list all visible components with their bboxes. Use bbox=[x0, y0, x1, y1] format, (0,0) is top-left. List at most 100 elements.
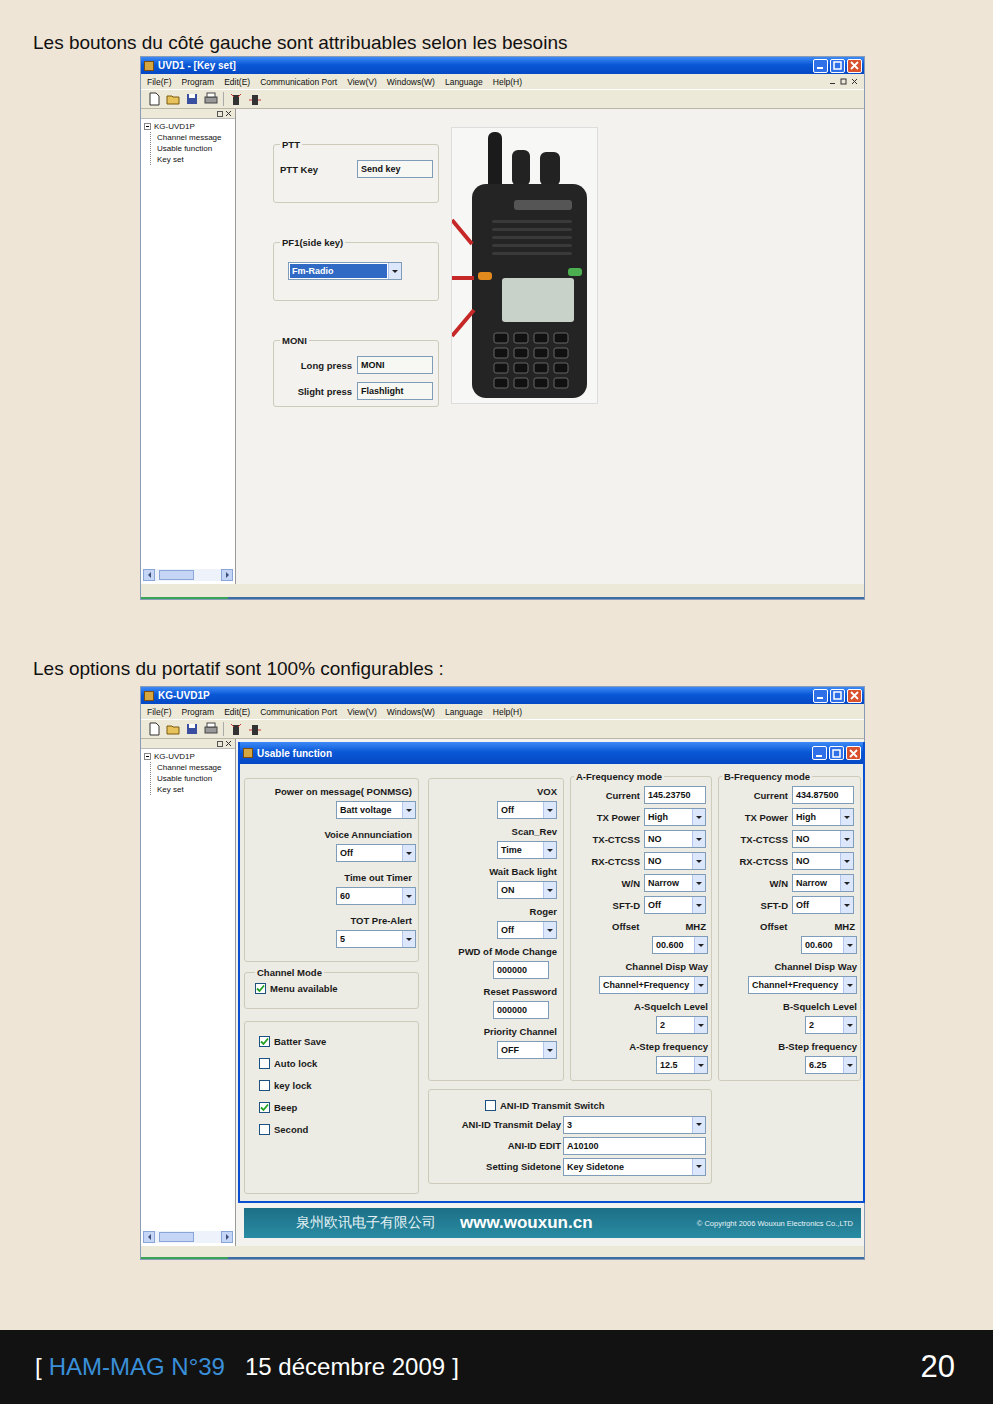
dock-icon[interactable] bbox=[217, 741, 223, 747]
read-radio-icon[interactable] bbox=[229, 92, 243, 106]
collapse-icon[interactable] bbox=[144, 753, 151, 760]
maximize-button[interactable] bbox=[830, 689, 845, 703]
menu-item[interactable]: Language bbox=[445, 707, 483, 717]
dropdown-arrow-icon[interactable] bbox=[840, 875, 853, 891]
dropdown-arrow-icon[interactable] bbox=[694, 937, 707, 953]
menu-item[interactable]: Edit(E) bbox=[224, 77, 250, 87]
maximize-button[interactable] bbox=[830, 59, 845, 73]
mdi-close-icon[interactable] bbox=[851, 78, 858, 85]
horizontal-scrollbar[interactable] bbox=[143, 1231, 233, 1243]
text-field[interactable]: A10100 bbox=[563, 1137, 706, 1155]
menu-item[interactable]: Help(H) bbox=[493, 77, 522, 87]
tree-item[interactable]: Channel message bbox=[156, 132, 232, 143]
dropdown-arrow-icon[interactable] bbox=[843, 1057, 856, 1073]
checkbox[interactable] bbox=[259, 1124, 270, 1135]
menu-item[interactable]: Windows(W) bbox=[387, 707, 435, 717]
select[interactable]: Off bbox=[792, 896, 854, 914]
minimize-button[interactable] bbox=[812, 746, 827, 760]
tree-item[interactable]: Channel message bbox=[156, 762, 232, 773]
menu-item[interactable]: View(V) bbox=[347, 707, 377, 717]
key-field[interactable]: Flashlight bbox=[357, 382, 433, 400]
select[interactable]: NO bbox=[644, 852, 706, 870]
write-radio-icon[interactable] bbox=[248, 92, 262, 106]
print-icon[interactable] bbox=[204, 92, 218, 106]
select[interactable]: High bbox=[644, 808, 706, 826]
save-icon[interactable] bbox=[185, 722, 199, 736]
checkbox-row[interactable]: Beep bbox=[259, 1096, 414, 1118]
checkbox-row[interactable]: ANI-ID Transmit Switch bbox=[485, 1096, 707, 1114]
checkbox[interactable] bbox=[259, 1102, 270, 1113]
open-folder-icon[interactable] bbox=[166, 92, 180, 106]
scroll-right-icon[interactable] bbox=[221, 569, 233, 581]
select[interactable]: Time bbox=[497, 841, 557, 859]
close-pane-icon[interactable] bbox=[225, 740, 232, 747]
dropdown-arrow-icon[interactable] bbox=[692, 875, 705, 891]
dropdown-arrow-icon[interactable] bbox=[692, 1117, 705, 1133]
print-icon[interactable] bbox=[204, 722, 218, 736]
close-button[interactable] bbox=[846, 746, 861, 760]
save-icon[interactable] bbox=[185, 92, 199, 106]
select[interactable]: Narrow bbox=[792, 874, 854, 892]
mdi-minimize-icon[interactable] bbox=[829, 78, 836, 85]
select[interactable]: 2 bbox=[656, 1016, 708, 1034]
dropdown-arrow-icon[interactable] bbox=[402, 888, 415, 904]
menu-item[interactable]: File(F) bbox=[147, 707, 172, 717]
collapse-icon[interactable] bbox=[144, 123, 151, 130]
select[interactable]: Channel+Frequency bbox=[748, 976, 857, 994]
checkbox-row[interactable]: key lock bbox=[259, 1074, 414, 1096]
select[interactable]: Off bbox=[336, 844, 416, 862]
select[interactable]: Narrow bbox=[644, 874, 706, 892]
select[interactable]: Off bbox=[497, 801, 557, 819]
scroll-track[interactable] bbox=[155, 1231, 221, 1243]
dropdown-arrow-icon[interactable] bbox=[543, 882, 556, 898]
select[interactable]: 3 bbox=[563, 1116, 706, 1134]
open-folder-icon[interactable] bbox=[166, 722, 180, 736]
dropdown-arrow-icon[interactable] bbox=[694, 977, 707, 993]
close-pane-icon[interactable] bbox=[225, 110, 232, 117]
select[interactable]: High bbox=[792, 808, 854, 826]
dropdown-arrow-icon[interactable] bbox=[543, 802, 556, 818]
select[interactable]: 12.5 bbox=[656, 1056, 708, 1074]
tree-root[interactable]: KG-UVD1P bbox=[144, 751, 232, 762]
dropdown-arrow-icon[interactable] bbox=[694, 1017, 707, 1033]
menu-item[interactable]: Program bbox=[182, 707, 215, 717]
menu-item[interactable]: Language bbox=[445, 77, 483, 87]
mdi-restore-icon[interactable] bbox=[840, 78, 847, 85]
tree-item[interactable]: Key set bbox=[156, 154, 232, 165]
key-field[interactable]: Send key bbox=[357, 160, 433, 178]
dropdown-arrow-icon[interactable] bbox=[843, 937, 856, 953]
select[interactable]: NO bbox=[792, 852, 854, 870]
dropdown-arrow-icon[interactable] bbox=[840, 897, 853, 913]
dropdown-arrow-icon[interactable] bbox=[692, 831, 705, 847]
key-field[interactable]: MONI bbox=[357, 356, 433, 374]
menu-item[interactable]: Windows(W) bbox=[387, 77, 435, 87]
menu-item[interactable]: Communication Port bbox=[260, 707, 337, 717]
dropdown-arrow-icon[interactable] bbox=[843, 1017, 856, 1033]
dropdown-arrow-icon[interactable] bbox=[692, 853, 705, 869]
text-field[interactable]: 145.23750 bbox=[644, 786, 706, 804]
write-radio-icon[interactable] bbox=[248, 722, 262, 736]
select[interactable]: Batt voltage bbox=[336, 801, 416, 819]
tree-item[interactable]: Key set bbox=[156, 784, 232, 795]
checkbox[interactable] bbox=[259, 1036, 270, 1047]
scroll-track[interactable] bbox=[155, 569, 221, 581]
dropdown-arrow-icon[interactable] bbox=[543, 922, 556, 938]
select[interactable]: OFF bbox=[497, 1041, 557, 1059]
menu-item[interactable]: Communication Port bbox=[260, 77, 337, 87]
tree-root[interactable]: KG-UVD1P bbox=[144, 121, 232, 132]
dropdown-arrow-icon[interactable] bbox=[692, 897, 705, 913]
checkbox[interactable] bbox=[255, 983, 266, 994]
menu-item[interactable]: Help(H) bbox=[493, 707, 522, 717]
dropdown-arrow-icon[interactable] bbox=[843, 977, 856, 993]
select[interactable]: 5 bbox=[336, 930, 416, 948]
horizontal-scrollbar[interactable] bbox=[143, 569, 233, 581]
checkbox-row[interactable]: Batter Save bbox=[259, 1030, 414, 1052]
select[interactable]: 6.25 bbox=[805, 1056, 857, 1074]
minimize-button[interactable] bbox=[813, 59, 828, 73]
text-field[interactable]: 000000 bbox=[493, 1001, 549, 1019]
scroll-thumb[interactable] bbox=[159, 570, 194, 580]
dropdown-arrow-icon[interactable] bbox=[840, 853, 853, 869]
select[interactable]: Channel+Frequency bbox=[599, 976, 708, 994]
scroll-right-icon[interactable] bbox=[221, 1231, 233, 1243]
dropdown-arrow-icon[interactable] bbox=[840, 809, 853, 825]
